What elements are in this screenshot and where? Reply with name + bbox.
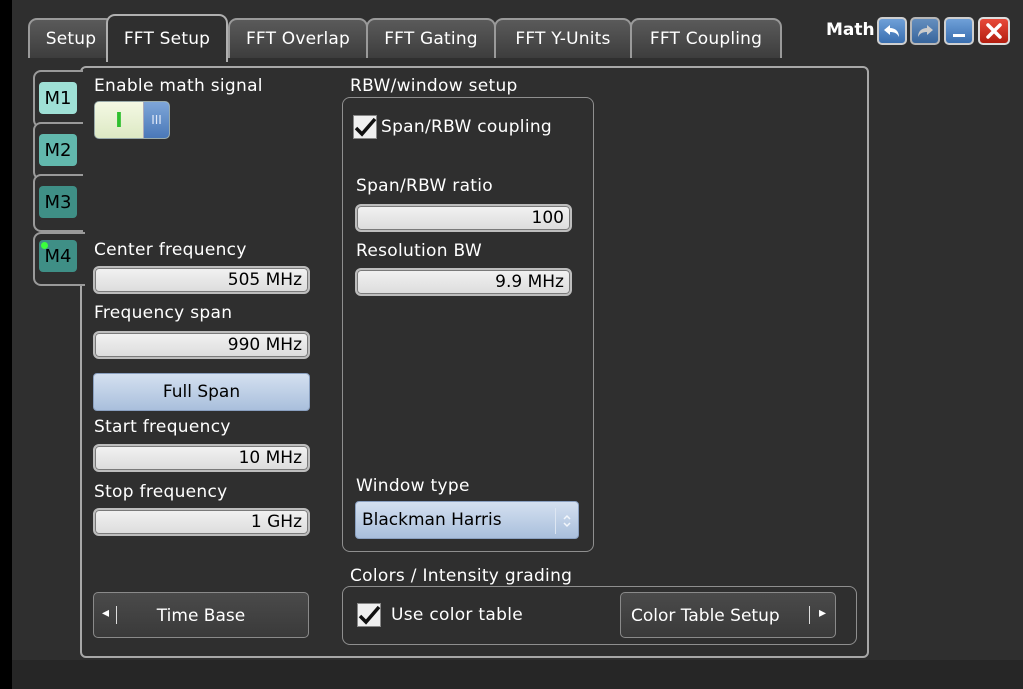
minimize-icon	[953, 34, 965, 37]
tab-fft-gating-label: FFT Gating	[384, 29, 478, 49]
window-type-label: Window type	[356, 476, 470, 496]
undo-icon	[884, 25, 899, 37]
use-color-table-label: Use color table	[391, 605, 523, 625]
toggle-knob: III	[143, 102, 169, 138]
close-icon	[986, 23, 1002, 39]
tab-fft-coupling[interactable]: FFT Coupling	[630, 18, 782, 58]
window-type-select[interactable]: Blackman Harris	[355, 501, 579, 539]
resolution-bw-label: Resolution BW	[356, 241, 482, 261]
tab-setup-label: Setup	[45, 29, 97, 49]
time-base-label: Time Base	[156, 606, 246, 626]
frequency-span-input[interactable]: 990 MHz	[93, 331, 310, 359]
span-rbw-ratio-input[interactable]: 100	[355, 204, 572, 232]
right-arrow-icon: ▸	[818, 605, 826, 621]
minimize-button[interactable]	[944, 17, 974, 45]
right-arrow-divider	[809, 606, 810, 624]
stop-frequency-input[interactable]: 1 GHz	[93, 508, 310, 536]
math-tab-m4[interactable]: M4	[33, 232, 85, 286]
tab-setup[interactable]: Setup	[28, 18, 114, 58]
color-table-setup-label: Color Table Setup	[631, 606, 780, 626]
center-frequency-input[interactable]: 505 MHz	[93, 266, 310, 294]
full-span-button[interactable]: Full Span	[93, 373, 310, 411]
span-rbw-ratio-label: Span/RBW ratio	[356, 176, 493, 196]
checkmark-icon	[358, 605, 381, 625]
tab-fft-y-units-label: FFT Y-Units	[515, 29, 611, 49]
window-title: Math	[826, 20, 875, 40]
tab-fft-gating[interactable]: FFT Gating	[366, 18, 496, 58]
colors-group-title: Colors / Intensity grading	[350, 566, 573, 586]
center-frequency-label: Center frequency	[94, 240, 247, 260]
tab-fft-y-units[interactable]: FFT Y-Units	[494, 18, 632, 58]
tab-fft-setup[interactable]: FFT Setup	[106, 14, 228, 62]
redo-icon	[918, 25, 933, 37]
color-table-setup-button[interactable]: Color Table Setup ▸	[620, 592, 836, 638]
tab-fft-setup-label: FFT Setup	[123, 29, 211, 49]
use-color-table-checkbox[interactable]	[357, 603, 381, 627]
math-tab-m3[interactable]: M3	[33, 174, 83, 232]
time-base-button[interactable]: ◂ Time Base	[93, 592, 309, 638]
start-frequency-input[interactable]: 10 MHz	[93, 444, 310, 472]
frequency-span-label: Frequency span	[94, 303, 233, 323]
stop-frequency-label: Stop frequency	[94, 482, 228, 502]
bottom-area	[12, 660, 1023, 689]
tab-fft-overlap-label: FFT Overlap	[245, 29, 351, 49]
enable-toggle[interactable]: I III	[94, 101, 170, 139]
math-tab-m1[interactable]: M1	[33, 70, 83, 128]
toggle-knob-glyph: III	[151, 113, 162, 127]
full-span-label: Full Span	[162, 382, 241, 402]
tab-fft-coupling-label: FFT Coupling	[649, 29, 763, 49]
undo-button[interactable]	[877, 17, 907, 45]
tab-fft-overlap[interactable]: FFT Overlap	[228, 18, 368, 58]
math-tab-m2[interactable]: M2	[33, 122, 83, 180]
math-tab-m3-label: M3	[39, 186, 77, 218]
math-tab-m2-label: M2	[39, 134, 77, 166]
select-updown-icon	[563, 514, 571, 528]
span-rbw-coupling-label: Span/RBW coupling	[381, 117, 553, 137]
resolution-bw-input[interactable]: 9.9 MHz	[355, 268, 572, 296]
span-rbw-coupling-checkbox[interactable]	[353, 115, 377, 139]
toggle-on-part: I	[95, 102, 143, 138]
close-button[interactable]	[978, 17, 1010, 45]
math-tab-m1-label: M1	[39, 82, 77, 114]
left-edge	[0, 0, 12, 689]
window-type-value: Blackman Harris	[362, 510, 502, 530]
enable-label: Enable math signal	[94, 76, 263, 96]
checkmark-icon	[354, 117, 377, 137]
redo-button[interactable]	[910, 17, 940, 45]
rbw-group-title: RBW/window setup	[350, 76, 518, 96]
toggle-on-glyph: I	[115, 108, 123, 132]
active-indicator-dot	[41, 242, 48, 249]
start-frequency-label: Start frequency	[94, 417, 231, 437]
select-divider	[555, 508, 556, 534]
